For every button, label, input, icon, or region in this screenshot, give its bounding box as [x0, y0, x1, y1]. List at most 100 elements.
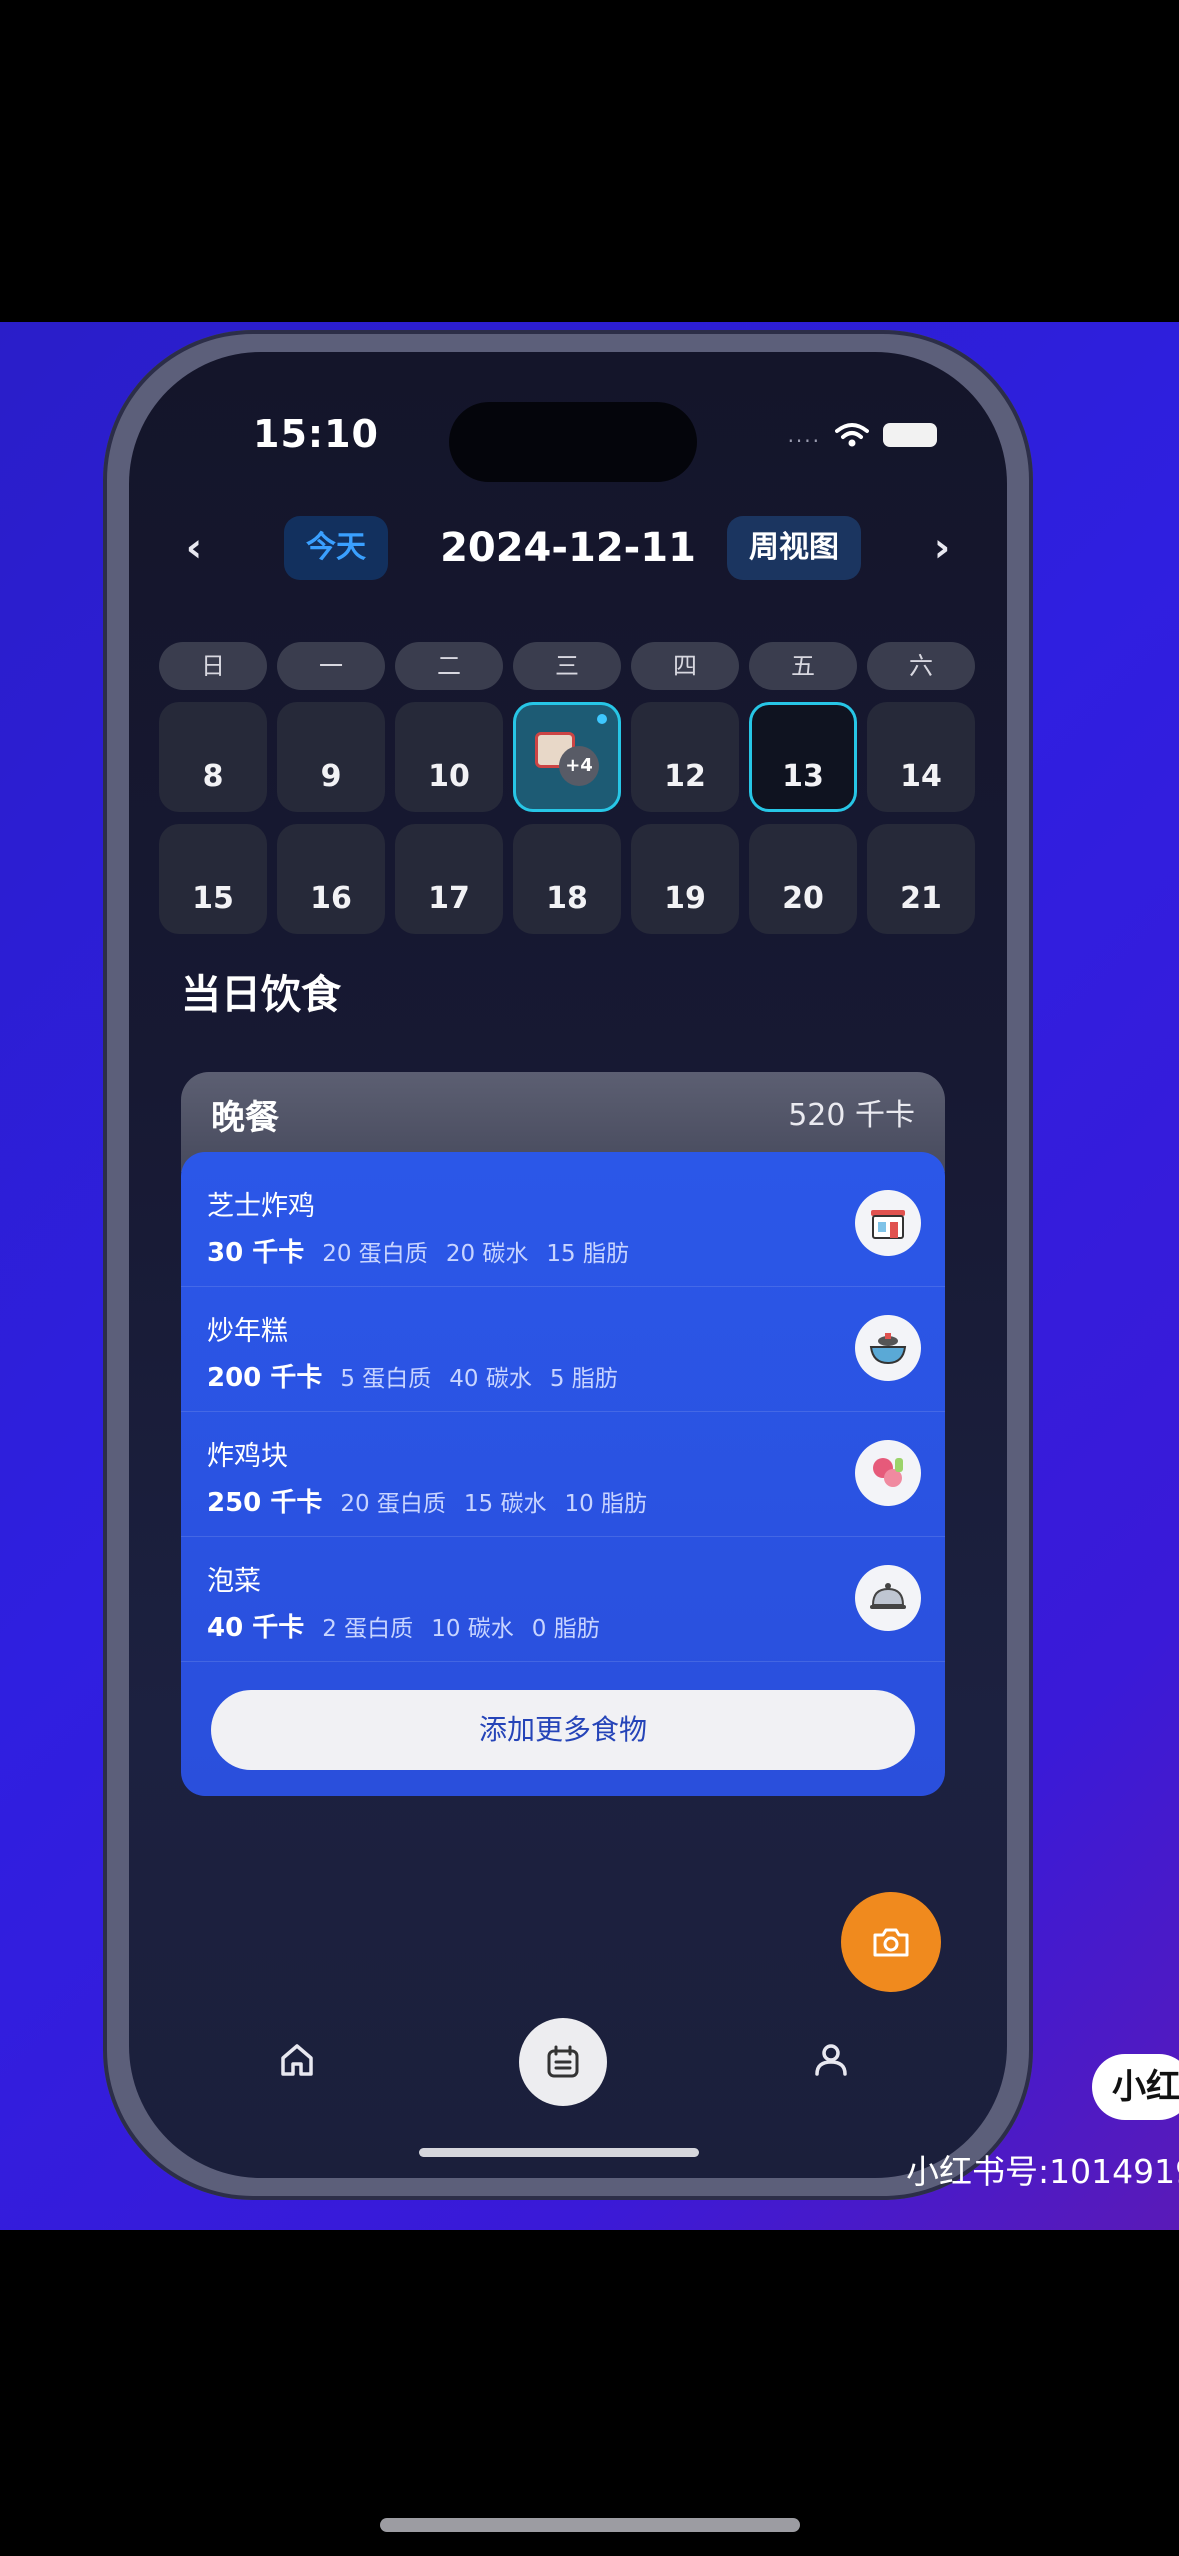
status-indicators: .... [788, 422, 937, 448]
home-indicator [419, 2148, 699, 2157]
add-more-food-button[interactable]: 添加更多食物 [211, 1690, 915, 1770]
day-number: 19 [664, 881, 706, 916]
status-time: 15:10 [253, 412, 379, 456]
meat-icon [855, 1440, 921, 1506]
camera-icon [873, 1928, 909, 1957]
day-number: 10 [428, 759, 470, 794]
food-item[interactable]: 泡菜 40 千卡 2 蛋白质 10 碳水 0 脂肪 [181, 1537, 945, 1662]
wifi-icon [835, 423, 869, 447]
calendar-day[interactable]: 17 [395, 824, 503, 934]
food-fat: 5 脂肪 [549, 1366, 618, 1392]
food-carbs: 10 碳水 [431, 1616, 514, 1642]
calendar-day[interactable]: 10 [395, 702, 503, 812]
weekday-header-row: 日 一 二 三 四 五 六 [159, 642, 979, 690]
calendar-day-outlined[interactable]: 13 [749, 702, 857, 812]
calendar-day[interactable]: 12 [631, 702, 739, 812]
food-item[interactable]: 炒年糕 200 千卡 5 蛋白质 40 碳水 5 脂肪 [181, 1287, 945, 1412]
restaurant-icon [855, 1190, 921, 1256]
day-number: 17 [428, 881, 470, 916]
weekday-label: 五 [749, 642, 857, 690]
food-macros: 250 千卡 20 蛋白质 15 碳水 10 脂肪 [207, 1482, 665, 1519]
food-macros: 30 千卡 20 蛋白质 20 碳水 15 脂肪 [207, 1232, 647, 1269]
meal-name: 晚餐 [211, 1098, 279, 1138]
weekday-label: 二 [395, 642, 503, 690]
tab-calendar[interactable] [519, 2018, 607, 2106]
day-number: 18 [546, 881, 588, 916]
food-macros: 200 千卡 5 蛋白质 40 碳水 5 脂肪 [207, 1357, 636, 1394]
tab-home[interactable] [267, 2030, 327, 2090]
food-kcal: 30 千卡 [207, 1238, 305, 1268]
phone-frame: 15:10 .... ‹ 今天 2024-12-11 周视图 › 日 一 二 三… [103, 330, 1033, 2200]
battery-icon [883, 423, 937, 447]
food-name: 炸鸡块 [207, 1441, 288, 1472]
food-macros: 40 千卡 2 蛋白质 10 碳水 0 脂肪 [207, 1607, 618, 1644]
food-name: 炒年糕 [207, 1316, 288, 1347]
weekday-label: 四 [631, 642, 739, 690]
day-number: 8 [202, 759, 224, 794]
signal-icon: .... [787, 423, 821, 447]
calendar-day[interactable]: 15 [159, 824, 267, 934]
calendar-icon [547, 2045, 579, 2078]
food-fat: 10 脂肪 [564, 1491, 648, 1517]
calendar-day-selected[interactable]: +4 [513, 702, 621, 812]
section-title: 当日饮食 [181, 972, 341, 1018]
day-number: 15 [192, 881, 234, 916]
bottom-tab-bar [129, 2002, 1007, 2112]
weekday-label: 六 [867, 642, 975, 690]
next-arrow-icon[interactable]: › [917, 512, 967, 584]
dynamic-island [449, 402, 697, 482]
day-number: 13 [782, 759, 824, 794]
watermark-badge: 小红 [1092, 2054, 1179, 2120]
food-carbs: 40 碳水 [449, 1366, 532, 1392]
food-protein: 20 蛋白质 [322, 1241, 428, 1267]
tab-profile[interactable] [801, 2030, 861, 2090]
camera-button[interactable] [841, 1892, 941, 1992]
home-icon [281, 2044, 313, 2076]
food-name: 芝士炸鸡 [207, 1191, 315, 1222]
calendar-day[interactable]: 20 [749, 824, 857, 934]
calendar-day[interactable]: 8 [159, 702, 267, 812]
food-carbs: 20 碳水 [445, 1241, 529, 1267]
day-number: 21 [900, 881, 942, 916]
calendar-header: ‹ 今天 2024-12-11 周视图 › [129, 512, 1007, 584]
calendar-day[interactable]: 18 [513, 824, 621, 934]
food-kcal: 250 千卡 [207, 1488, 323, 1518]
food-kcal: 200 千卡 [207, 1363, 323, 1393]
day-number: 9 [320, 759, 342, 794]
meal-card: 晚餐 520 千卡 芝士炸鸡 30 千卡 20 蛋白质 20 碳水 15 脂肪 炒年糕 [181, 1072, 945, 1796]
bowl-icon [855, 1315, 921, 1381]
cloche-icon [855, 1565, 921, 1631]
watermark-account: 小红书号:1014919 [906, 2152, 1179, 2191]
day-number: 12 [664, 759, 706, 794]
food-list: 芝士炸鸡 30 千卡 20 蛋白质 20 碳水 15 脂肪 炒年糕 200 千卡 5 蛋… [181, 1152, 945, 1796]
food-protein: 5 蛋白质 [340, 1366, 432, 1392]
food-fat: 0 脂肪 [531, 1616, 600, 1642]
weekday-label: 一 [277, 642, 385, 690]
calendar-day[interactable]: 19 [631, 824, 739, 934]
meal-total-kcal: 520 千卡 [788, 1098, 915, 1133]
food-item[interactable]: 炸鸡块 250 千卡 20 蛋白质 15 碳水 10 脂肪 [181, 1412, 945, 1537]
video-progress-bar[interactable] [380, 2518, 800, 2532]
meal-indicator-dot [597, 714, 607, 724]
food-carbs: 15 碳水 [463, 1491, 547, 1517]
calendar-day[interactable]: 14 [867, 702, 975, 812]
more-foods-badge: +4 [559, 746, 599, 786]
week-view-button[interactable]: 周视图 [727, 516, 861, 580]
day-number: 16 [310, 881, 352, 916]
app-screen: 15:10 .... ‹ 今天 2024-12-11 周视图 › 日 一 二 三… [129, 352, 1007, 2178]
current-date-title: 2024-12-11 [440, 525, 696, 571]
food-item[interactable]: 芝士炸鸡 30 千卡 20 蛋白质 20 碳水 15 脂肪 [181, 1162, 945, 1287]
food-kcal: 40 千卡 [207, 1613, 305, 1643]
weekday-label: 三 [513, 642, 621, 690]
profile-icon [815, 2044, 847, 2076]
calendar-day[interactable]: 16 [277, 824, 385, 934]
calendar-grid: 8 9 10 +4 12 13 14 15 16 17 18 19 20 21 [159, 702, 979, 934]
day-number: 20 [782, 881, 824, 916]
food-fat: 15 脂肪 [546, 1241, 629, 1267]
calendar-day[interactable]: 9 [277, 702, 385, 812]
food-name: 泡菜 [207, 1566, 261, 1597]
weekday-label: 日 [159, 642, 267, 690]
calendar-day[interactable]: 21 [867, 824, 975, 934]
food-protein: 20 蛋白质 [340, 1491, 446, 1517]
day-number: 14 [900, 759, 942, 794]
